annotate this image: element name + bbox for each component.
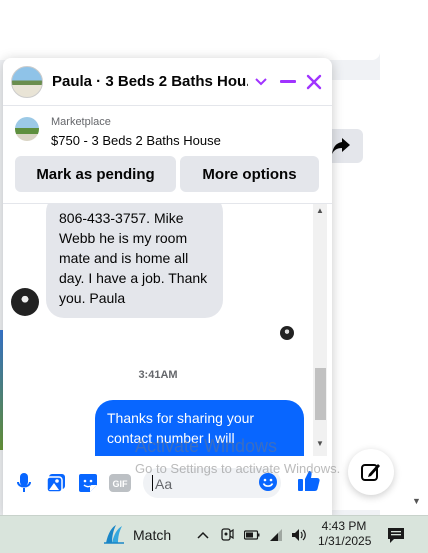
chevron-up-icon[interactable] bbox=[194, 526, 212, 544]
page-scroll-down-arrow[interactable]: ▼ bbox=[412, 496, 421, 506]
avatar[interactable] bbox=[11, 65, 43, 98]
message-timestamp: 3:41AM bbox=[138, 369, 178, 381]
photo-icon[interactable] bbox=[45, 472, 67, 494]
chevron-down-icon[interactable] bbox=[252, 73, 270, 91]
scrollbar-thumb[interactable] bbox=[315, 368, 326, 420]
wifi-icon[interactable] bbox=[267, 526, 285, 544]
activate-windows-subtext: Go to Settings to activate Windows. bbox=[135, 461, 341, 476]
avatar[interactable] bbox=[11, 288, 39, 316]
seen-indicator-avatar bbox=[280, 326, 294, 340]
taskbar-date: 1/31/2025 bbox=[318, 534, 372, 548]
taskbar-clock[interactable]: 4:43 PM 1/31/2025 bbox=[318, 519, 372, 549]
background-right-panel bbox=[380, 0, 428, 515]
share-icon bbox=[331, 138, 350, 154]
close-icon[interactable] bbox=[302, 70, 326, 94]
battery-icon[interactable] bbox=[243, 526, 261, 544]
volume-icon[interactable] bbox=[290, 526, 308, 544]
svg-text:GIF: GIF bbox=[113, 479, 129, 489]
message-input-placeholder: Aa bbox=[155, 476, 173, 492]
taskbar-time: 4:43 PM bbox=[321, 519, 367, 533]
background-page bbox=[0, 0, 380, 60]
listing-title[interactable]: $750 - 3 Beds 2 Baths House bbox=[51, 133, 221, 148]
mark-as-pending-button[interactable]: Mark as pending bbox=[15, 156, 176, 192]
activate-windows-watermark: Activate Windows bbox=[135, 436, 278, 456]
listing-source: Marketplace bbox=[51, 116, 111, 128]
taskbar-app-label[interactable]: Match bbox=[133, 527, 171, 543]
marketplace-listing[interactable]: Marketplace $750 - 3 Beds 2 Baths House … bbox=[3, 106, 332, 204]
more-options-button[interactable]: More options bbox=[180, 156, 319, 192]
scroll-down-arrow[interactable]: ▼ bbox=[316, 439, 324, 448]
sticker-icon[interactable] bbox=[77, 472, 99, 494]
notification-icon[interactable] bbox=[386, 525, 406, 545]
scroll-up-arrow[interactable]: ▲ bbox=[316, 206, 324, 215]
minimize-icon[interactable] bbox=[276, 70, 300, 94]
chat-title[interactable]: Paula · 3 Beds 2 Baths Hou... bbox=[52, 73, 248, 90]
match-app-icon[interactable] bbox=[102, 523, 126, 547]
listing-thumbnail[interactable] bbox=[15, 117, 39, 141]
text-caret bbox=[152, 475, 153, 491]
message-thread[interactable]: 806-433-3757. Mike Webb he is my room ma… bbox=[3, 204, 332, 456]
meet-now-icon[interactable] bbox=[218, 526, 236, 544]
taskbar: Match 4:43 PM 1/31/2025 bbox=[0, 515, 428, 553]
compose-icon bbox=[361, 464, 380, 481]
microphone-icon[interactable] bbox=[13, 472, 35, 494]
incoming-message: 806-433-3757. Mike Webb he is my room ma… bbox=[46, 204, 223, 318]
chat-header[interactable]: Paula · 3 Beds 2 Baths Hou... bbox=[3, 58, 332, 106]
new-message-button[interactable] bbox=[348, 449, 394, 495]
gif-icon[interactable]: GIF bbox=[109, 472, 131, 494]
